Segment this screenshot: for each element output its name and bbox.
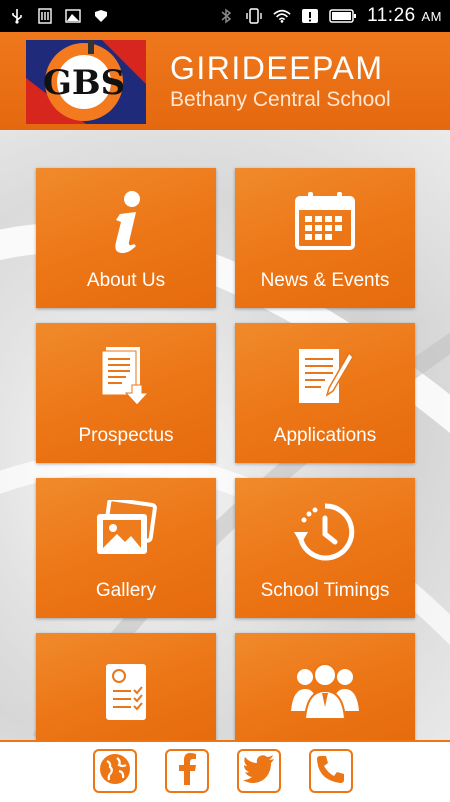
calendar-icon	[235, 190, 415, 256]
facebook-icon	[177, 752, 197, 790]
clock-icon	[235, 500, 415, 566]
twitter-button[interactable]	[237, 749, 281, 793]
tile-label: Gallery	[95, 580, 157, 601]
website-button[interactable]	[93, 749, 137, 793]
tile-people[interactable]	[235, 633, 415, 740]
info-icon	[36, 190, 216, 256]
shield-icon	[92, 8, 110, 24]
svg-text:GBS: GBS	[43, 63, 125, 103]
facebook-button[interactable]	[165, 749, 209, 793]
sim-icon	[36, 8, 54, 24]
status-right: 11:26 AM	[217, 5, 442, 27]
usb-icon	[8, 8, 26, 24]
app-header: GBS GIRIDEEPAM Bethany Central School	[0, 29, 450, 130]
status-left	[8, 8, 110, 24]
vibrate-icon	[245, 8, 263, 24]
alert-icon	[301, 8, 319, 24]
tile-label: Applications	[273, 425, 377, 446]
tile-about-us[interactable]: About Us	[36, 168, 216, 308]
tile-prospectus[interactable]: Prospectus	[36, 323, 216, 463]
document-download-icon	[36, 345, 216, 411]
tile-gallery[interactable]: Gallery	[36, 478, 216, 618]
app-subtitle: Bethany Central School	[170, 88, 391, 111]
photos-icon	[36, 500, 216, 566]
social-footer	[0, 740, 450, 802]
document-pen-icon	[235, 345, 415, 411]
tile-checklist[interactable]	[36, 633, 216, 740]
wifi-icon	[273, 8, 291, 24]
tile-school-timings[interactable]: School Timings	[235, 478, 415, 618]
status-bar: 11:26 AM	[0, 0, 450, 32]
gallery-icon	[64, 8, 82, 24]
tile-label: Prospectus	[78, 425, 174, 446]
people-icon	[235, 661, 415, 727]
globe-icon	[99, 753, 131, 790]
tile-news-events[interactable]: News & Events	[235, 168, 415, 308]
clock-time: 11:26	[367, 5, 416, 26]
phone-icon	[316, 754, 346, 789]
call-button[interactable]	[309, 749, 353, 793]
tile-label: About Us	[86, 270, 166, 291]
tile-label: School Timings	[260, 580, 390, 601]
bluetooth-icon	[217, 8, 235, 24]
twitter-icon	[243, 754, 275, 788]
tile-applications[interactable]: Applications	[235, 323, 415, 463]
battery-icon	[329, 8, 357, 24]
menu-area: About Us News & Events Prospectus Applic…	[0, 130, 450, 740]
tile-label: News & Events	[260, 270, 390, 291]
school-logo: GBS	[22, 29, 150, 124]
clock: 11:26 AM	[367, 5, 442, 27]
clock-ampm: AM	[421, 9, 442, 24]
checklist-icon	[36, 661, 216, 727]
app-title: GIRIDEEPAM	[170, 50, 384, 86]
